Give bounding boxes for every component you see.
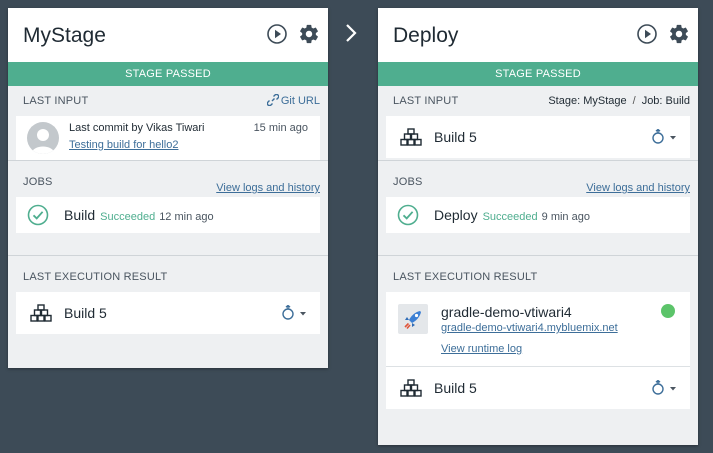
input-separator: / [632,95,636,107]
caret-down-icon[interactable] [650,129,678,145]
app-row: gradle-demo-vtiwari4 gradle-demo-vtiwari… [386,292,690,366]
last-input-section: LAST INPUT Git URL Last commit by Vikas … [8,86,328,160]
build-label: Build 5 [434,380,477,396]
jobs-section: JOBS View logs and history Deploy Succeed… [378,167,698,255]
avatar-icon [27,122,59,154]
job-name: Deploy [434,207,478,223]
input-job-label: Job: Build [641,95,690,107]
last-input-section: LAST INPUT Stage: MyStage / Job: Build Bui… [378,86,698,160]
stage-card-mystage: MyStage STAGE PASSED LAST INPUT Git URL [8,8,328,368]
app-name: gradle-demo-vtiwari4 [441,304,572,320]
build-label: Build 5 [434,129,477,145]
chevron-right-icon [346,24,357,42]
gear-icon[interactable] [298,23,320,45]
stage-title: Deploy [393,24,459,47]
play-icon[interactable] [636,23,658,45]
stage-header: Deploy [378,8,698,62]
divider [378,255,698,256]
job-name: Build [64,207,96,223]
runtime-log-link[interactable]: View runtime log [441,343,522,355]
execution-result-box: gradle-demo-vtiwari4 gradle-demo-vtiwari… [386,292,690,409]
blocks-icon [400,379,422,397]
job-status: Succeeded [482,211,538,223]
blocks-icon [400,128,422,146]
stage-title: MyStage [23,24,106,47]
last-execution-section: LAST EXECUTION RESULT Build 5 [8,262,328,348]
section-title: LAST EXECUTION RESULT [23,271,168,283]
job-time: 12 min ago [159,211,214,223]
stage-header: MyStage [8,8,328,62]
build-row[interactable]: Build 5 [386,367,690,409]
app-url-link[interactable]: gradle-demo-vtiwari4.mybluemix.net [441,322,618,334]
input-stage-label: Stage: MyStage [548,95,627,107]
build-row[interactable]: Build 5 [16,292,320,334]
last-execution-section: LAST EXECUTION RESULT gradle-demo-vtiwar… [378,262,698,424]
job-time: 9 min ago [541,211,590,223]
link-icon [266,94,279,106]
stage-status-bar: STAGE PASSED [8,62,328,86]
rocket-icon [398,304,428,334]
commit-author: Last commit by Vikas Tiwari [69,122,205,134]
git-url-link[interactable]: Git URL [266,86,320,116]
divider [378,160,698,161]
job-row[interactable]: Deploy Succeeded 9 min ago [386,197,690,233]
stage-status-bar: STAGE PASSED [378,62,698,86]
section-title: LAST EXECUTION RESULT [393,271,538,283]
build-row[interactable]: Build 5 [386,116,690,158]
job-row[interactable]: Build Succeeded 12 min ago [16,197,320,233]
stage-card-deploy: Deploy STAGE PASSED LAST INPUT Stage: My… [378,8,698,445]
caret-down-icon[interactable] [280,305,308,321]
check-circle-icon [397,204,419,226]
commit-time: 15 min ago [253,122,308,134]
app-status-dot [661,304,675,318]
input-source: Stage: MyStage / Job: Build [548,86,690,116]
gear-icon[interactable] [668,23,690,45]
divider [8,160,328,161]
blocks-icon [30,304,52,322]
play-icon[interactable] [266,23,288,45]
caret-down-icon[interactable] [650,380,678,396]
commit-message-link[interactable]: Testing build for hello2 [69,139,178,151]
commit-box: Last commit by Vikas Tiwari 15 min ago T… [16,116,320,160]
check-circle-icon [27,204,49,226]
jobs-section: JOBS View logs and history Build Succeede… [8,167,328,255]
job-status: Succeeded [100,211,156,223]
build-label: Build 5 [64,305,107,321]
divider [8,255,328,256]
